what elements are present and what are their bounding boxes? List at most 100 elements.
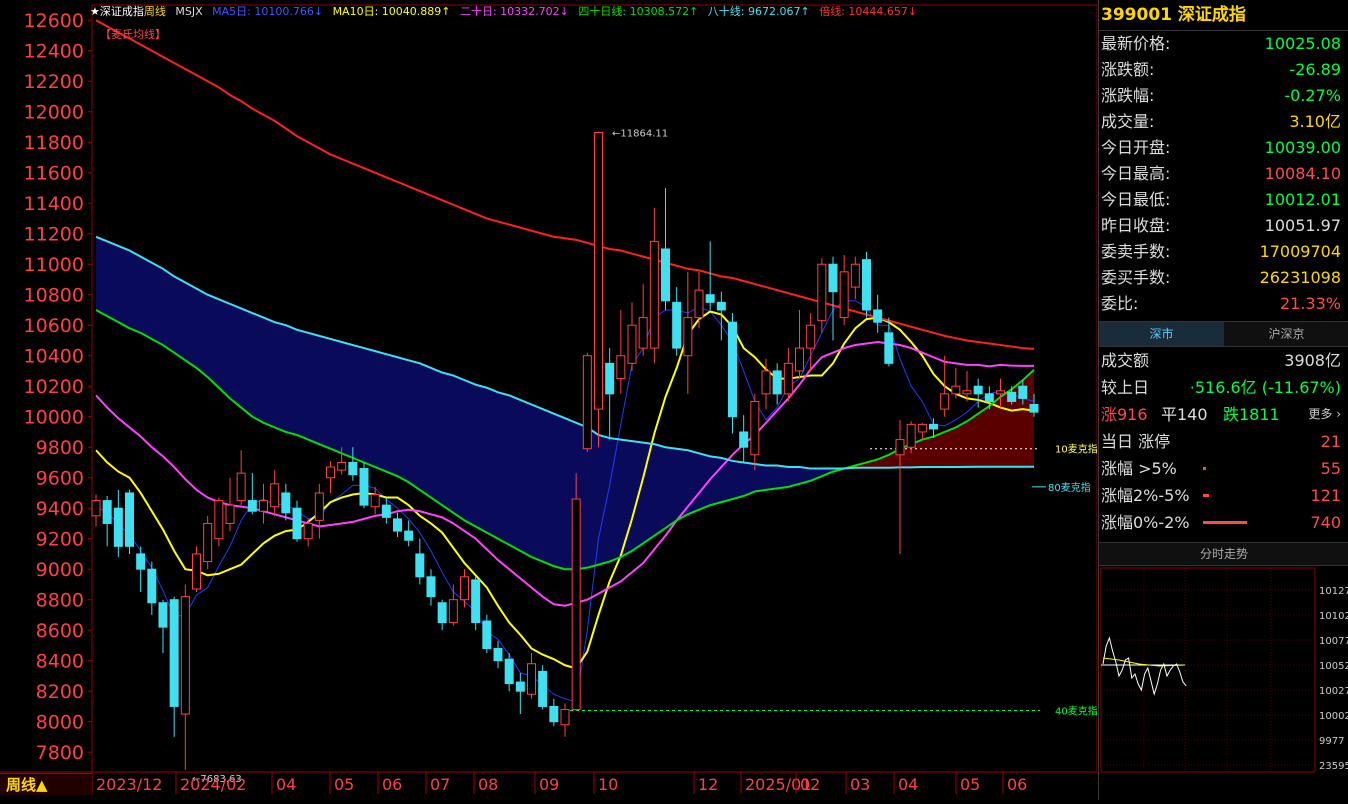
- candle-body-down: [169, 599, 179, 707]
- candle-body-up: [895, 439, 905, 456]
- quote-row: 今日最高: 10084.10: [1099, 161, 1348, 187]
- quote-label: 成交量:: [1101, 112, 1155, 131]
- candle-body-down: [158, 602, 168, 628]
- stock-code-title: 399001 深证成指: [1099, 0, 1348, 31]
- candle-body-up: [996, 390, 1005, 395]
- quote-row: 最新价格: 10025.08: [1099, 31, 1348, 57]
- quote-label: 委卖手数:: [1101, 242, 1171, 261]
- high-annotation: ←11864.11: [612, 128, 668, 139]
- x-tick-label: 12: [698, 775, 718, 794]
- candle-body-down: [549, 705, 559, 723]
- y-tick-label: 10000: [24, 407, 84, 429]
- y-tick-label: 11000: [24, 254, 84, 276]
- quote-row: 涨跌额: -26.89: [1099, 57, 1348, 83]
- band-fill-red: [844, 369, 1034, 469]
- index-title[interactable]: ★深证成指: [90, 5, 144, 18]
- x-tick-label: 04: [898, 775, 918, 794]
- candle-body-down: [973, 385, 983, 395]
- mini-tick-label: 10052: [1319, 661, 1348, 672]
- quote-row: 今日最低: 10012.01: [1099, 187, 1348, 213]
- x-tick-label: 06: [382, 775, 402, 794]
- quote-value: 26231098: [1259, 268, 1341, 287]
- quote-rows: 最新价格: 10025.08 涨跌额: -26.89 涨跌幅: -0.27% 成交量: 3.1…: [1099, 31, 1348, 317]
- breadth-row: 涨916 平140 跌1811 更多 ›: [1099, 401, 1348, 428]
- quote-value: -0.27%: [1284, 86, 1341, 105]
- kline-chart[interactable]: 12600 12400 12200 12000 11800 11600 11400 11200…: [0, 0, 1098, 800]
- mini-tick-label: 10027: [1319, 686, 1348, 697]
- candle-body-up: [370, 493, 380, 508]
- y-tick-label: 11400: [24, 193, 84, 215]
- x-tick-label: 05: [960, 775, 980, 794]
- mini-frame: [1100, 567, 1316, 773]
- candle-body-up: [627, 324, 637, 364]
- candle-body-up: [917, 423, 927, 433]
- gt5-bar: [1203, 467, 1206, 470]
- gt5-row: 涨幅 >5% 55: [1099, 455, 1348, 482]
- candle-body-up: [951, 385, 961, 395]
- mini-tick-label: 23595: [1319, 761, 1348, 772]
- candle-body-down: [393, 518, 402, 532]
- candle-body-down: [828, 263, 838, 293]
- candle-body-down: [728, 321, 737, 418]
- kline-svg[interactable]: 12600 12400 12200 12000 11800 11600 11400 11200…: [0, 0, 1098, 800]
- quote-label: 委比:: [1101, 294, 1139, 313]
- limit-up-row: 当日 涨停 21: [1099, 428, 1348, 455]
- ma20-value: 二十日: 10332.702↓: [459, 5, 569, 18]
- candle-body-down: [929, 423, 938, 430]
- y-tick-label: 7800: [36, 742, 84, 764]
- candle-body-down: [136, 553, 146, 570]
- candle-body-down: [482, 620, 492, 649]
- candle-body-down: [538, 670, 548, 707]
- x-tick-label: 2024/02: [180, 775, 246, 794]
- candle-body-up: [649, 240, 659, 349]
- quote-row: 今日开盘: 10039.00: [1099, 135, 1348, 161]
- gt5-value: 55: [1320, 459, 1341, 478]
- intraday-title[interactable]: 分时走势: [1099, 542, 1348, 566]
- candle-body-up: [582, 355, 592, 450]
- intraday-chart[interactable]: 10127 10102 10077 10052 10027 10002 9977 23595: [1099, 566, 1348, 774]
- mk10-label: 10麦克指: [1055, 443, 1097, 456]
- candle-body-down: [381, 504, 391, 518]
- candle-body-down: [113, 507, 123, 547]
- y-tick-label: 12400: [24, 41, 84, 63]
- candle-body-up: [761, 370, 771, 395]
- y-tick-label: 11200: [24, 224, 84, 246]
- quote-label: 今日开盘:: [1101, 138, 1171, 157]
- ma10-value: MA10日: 10040.889↑: [332, 5, 451, 18]
- candle-body-up: [560, 708, 570, 726]
- candle-body-down: [359, 468, 369, 506]
- candle-body-up: [638, 317, 648, 349]
- candle-body-down: [292, 507, 302, 540]
- candle-body-up: [236, 472, 246, 502]
- candle-body-down: [504, 658, 514, 685]
- candle-body-down: [672, 301, 682, 349]
- period-selector[interactable]: 周线▲: [0, 773, 92, 795]
- mini-tick-label: 10077: [1319, 636, 1348, 647]
- candle-body-up: [91, 500, 101, 517]
- y-tick-label: 8400: [36, 651, 84, 673]
- intraday-svg: 10127 10102 10077 10052 10027 10002 9977 23595: [1100, 567, 1348, 773]
- turnover-label: 成交额: [1101, 351, 1150, 370]
- quote-label: 最新价格:: [1101, 34, 1171, 53]
- tab-shenzhen[interactable]: 深市: [1099, 322, 1224, 346]
- candle-body-down: [705, 294, 715, 303]
- candle-body-down: [437, 602, 447, 624]
- candle-body-up: [214, 500, 224, 540]
- candle-body-up: [180, 596, 190, 715]
- mini-price-line: [1102, 636, 1187, 696]
- indicator-name[interactable]: MSJX: [175, 5, 202, 18]
- quote-row: 委买手数: 26231098: [1099, 265, 1348, 291]
- r25-row: 涨幅2%-5% 121: [1099, 482, 1348, 509]
- quote-label: 昨日收盘:: [1101, 216, 1171, 235]
- period-tag[interactable]: 周线: [144, 5, 166, 18]
- tab-all-markets[interactable]: 沪深京: [1224, 322, 1348, 346]
- candle-body-down: [884, 332, 894, 364]
- y-tick-label: 12000: [24, 102, 84, 124]
- x-tick-label: 08: [478, 775, 498, 794]
- quote-row: 委比: 21.33%: [1099, 291, 1348, 317]
- candle-body-down: [873, 309, 883, 323]
- x-tick-label: 03: [850, 775, 870, 794]
- more-link[interactable]: 更多 ›: [1308, 401, 1341, 428]
- ma80-value: 八十线: 9672.067↑: [707, 5, 810, 18]
- candle-body-down: [125, 492, 134, 547]
